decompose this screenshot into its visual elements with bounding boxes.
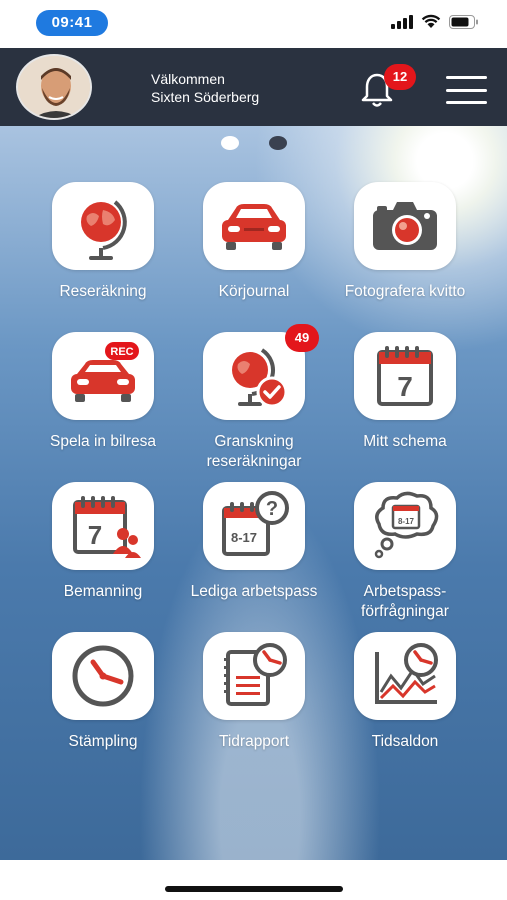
tile-label: Tidrapport bbox=[218, 733, 290, 750]
globe-icon[interactable] bbox=[52, 182, 154, 270]
calendar-icon[interactable]: 7 bbox=[354, 332, 456, 420]
tile-tidsaldon[interactable]: Tidsaldon bbox=[330, 632, 480, 752]
car-icon[interactable] bbox=[203, 182, 305, 270]
tile-stampling[interactable]: Stämpling bbox=[28, 632, 178, 752]
camera-icon[interactable] bbox=[354, 182, 456, 270]
wifi-icon bbox=[421, 14, 441, 28]
welcome-text: Välkommen bbox=[151, 71, 225, 87]
calendar-day: 7 bbox=[88, 520, 102, 550]
tile-label: Granskning reseräkningar bbox=[206, 433, 302, 470]
page-dot-inactive[interactable] bbox=[268, 136, 287, 150]
tile-fotografera-kvitto[interactable]: Fotografera kvitto bbox=[330, 182, 480, 302]
tile-label: Spela in bilresa bbox=[50, 433, 156, 450]
tile-label: Reseräkning bbox=[59, 283, 147, 300]
chart-clock-icon[interactable] bbox=[354, 632, 456, 720]
menu-line bbox=[446, 76, 487, 79]
calendar-people-icon[interactable]: 7 bbox=[52, 482, 154, 570]
status-time: 09:41 bbox=[36, 10, 108, 36]
tile-lediga-arbetspass[interactable]: 8-17 ? Lediga arbetspass bbox=[179, 482, 329, 602]
menu-line bbox=[446, 101, 487, 104]
car-record-icon[interactable]: REC bbox=[52, 332, 154, 420]
avatar[interactable] bbox=[16, 54, 92, 120]
tile-label: Tidsaldon bbox=[371, 733, 439, 750]
tile-label: Bemanning bbox=[63, 583, 143, 600]
page-indicator bbox=[0, 136, 507, 150]
calendar-thought-icon[interactable]: 8-17 bbox=[354, 482, 456, 570]
tile-spela-in-bilresa[interactable]: REC Spela in bilresa bbox=[28, 332, 178, 452]
shift-hours: 8-17 bbox=[398, 517, 415, 526]
tile-arbetspass-forfragningar[interactable]: 8-17 Arbetspass-förfrågningar bbox=[330, 482, 480, 622]
greeting: Välkommen Sixten Söderberg bbox=[151, 70, 259, 106]
notification-badge: 12 bbox=[384, 64, 416, 90]
calendar-day: 7 bbox=[397, 371, 413, 402]
user-name: Sixten Söderberg bbox=[151, 89, 260, 105]
tile-granskning-reserakningar[interactable]: 49 Granskning reseräkningar bbox=[179, 324, 329, 472]
tile-label: Körjournal bbox=[218, 283, 290, 300]
calendar-question-icon[interactable]: 8-17 ? bbox=[203, 482, 305, 570]
menu-line bbox=[446, 88, 487, 92]
svg-text:?: ? bbox=[266, 498, 278, 520]
page-dot-active[interactable] bbox=[220, 136, 239, 150]
tile-label: Fotografera kvitto bbox=[344, 283, 466, 300]
timesheet-clock-icon[interactable] bbox=[203, 632, 305, 720]
tile-korjournal[interactable]: Körjournal bbox=[179, 182, 329, 302]
rec-label: REC bbox=[110, 346, 133, 358]
pending-count-badge: 49 bbox=[285, 324, 319, 352]
home-bar-area bbox=[0, 860, 507, 900]
tile-tidrapport[interactable]: Tidrapport bbox=[179, 632, 329, 752]
app-header: Välkommen Sixten Söderberg 12 bbox=[0, 48, 507, 126]
tile-label: Arbetspass-förfrågningar bbox=[361, 583, 449, 620]
globe-check-icon[interactable]: 49 bbox=[203, 324, 319, 420]
tile-label: Stämpling bbox=[68, 733, 138, 750]
tile-bemanning[interactable]: 7 Bemanning bbox=[28, 482, 178, 602]
shift-hours: 8-17 bbox=[231, 530, 257, 545]
status-bar: 09:41 bbox=[0, 0, 507, 48]
home-indicator[interactable] bbox=[165, 886, 343, 892]
tile-mitt-schema[interactable]: 7 Mitt schema bbox=[330, 332, 480, 452]
tile-label: Lediga arbetspass bbox=[190, 583, 318, 600]
main-dashboard: Reseräkning Körjournal Fotografera kvitt… bbox=[0, 126, 507, 860]
tile-label: Mitt schema bbox=[363, 433, 447, 450]
hamburger-menu-icon[interactable] bbox=[446, 76, 487, 104]
status-icons bbox=[391, 14, 479, 29]
battery-icon bbox=[449, 14, 478, 29]
cellular-signal-icon bbox=[391, 14, 413, 29]
clock-icon[interactable] bbox=[52, 632, 154, 720]
tile-reserakning[interactable]: Reseräkning bbox=[28, 182, 178, 302]
